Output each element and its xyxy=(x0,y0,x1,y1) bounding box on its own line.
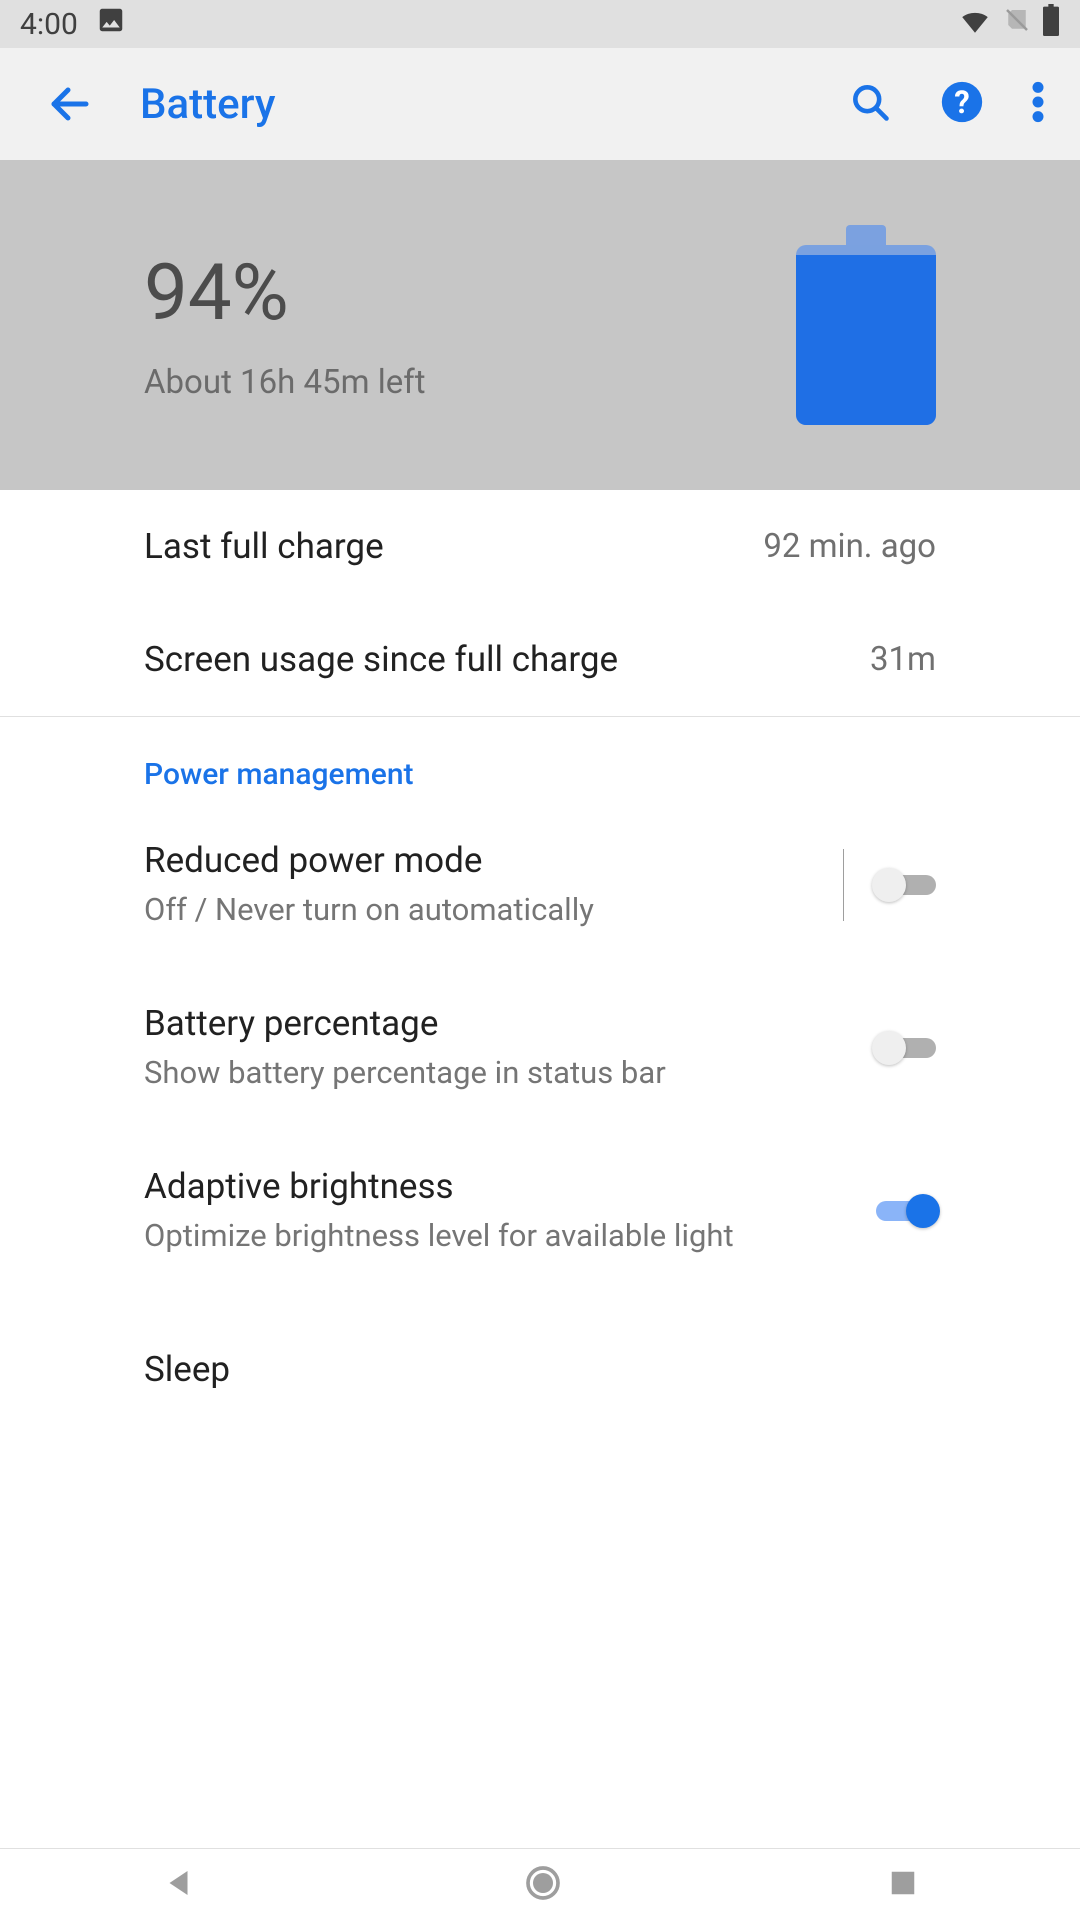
nav-recent-icon[interactable] xyxy=(888,1868,918,1902)
row-screen-usage[interactable]: Screen usage since full charge 31m xyxy=(0,603,1080,716)
status-bar: 4:00 xyxy=(0,0,1080,48)
help-icon[interactable]: ? xyxy=(940,80,984,128)
sleep-title: Sleep xyxy=(144,1349,936,1390)
system-nav-bar xyxy=(0,1848,1080,1920)
nav-back-icon[interactable] xyxy=(162,1865,198,1905)
row-battery-percentage[interactable]: Battery percentage Show battery percenta… xyxy=(0,967,1080,1130)
section-power-management: Power management xyxy=(0,717,1080,804)
page-title: Battery xyxy=(140,80,848,129)
row-sleep[interactable]: Sleep xyxy=(0,1293,1080,1401)
row-adaptive-brightness[interactable]: Adaptive brightness Optimize brightness … xyxy=(0,1130,1080,1293)
adaptive-brightness-sub: Optimize brightness level for available … xyxy=(144,1215,876,1257)
image-icon xyxy=(96,5,126,43)
back-button[interactable] xyxy=(40,74,100,134)
nav-home-icon[interactable] xyxy=(523,1863,563,1907)
svg-text:?: ? xyxy=(954,84,970,121)
battery-percentage: 94% xyxy=(144,248,426,339)
search-icon[interactable] xyxy=(848,80,892,128)
screen-usage-label: Screen usage since full charge xyxy=(144,639,846,680)
row-last-full-charge[interactable]: Last full charge 92 min. ago xyxy=(0,490,1080,603)
reduced-power-title: Reduced power mode xyxy=(144,840,827,881)
battery-percentage-toggle[interactable] xyxy=(876,1031,936,1065)
battery-percentage-sub: Show battery percentage in status bar xyxy=(144,1052,876,1094)
wifi-icon xyxy=(958,3,992,45)
reduced-power-toggle[interactable] xyxy=(876,868,936,902)
app-bar: Battery ? xyxy=(0,48,1080,160)
more-icon[interactable] xyxy=(1032,80,1044,128)
vertical-divider xyxy=(843,849,844,921)
row-reduced-power-mode[interactable]: Reduced power mode Off / Never turn on a… xyxy=(0,804,1080,967)
status-time: 4:00 xyxy=(20,7,78,42)
battery-status-icon xyxy=(1042,4,1060,44)
content-scroll[interactable]: Last full charge 92 min. ago Screen usag… xyxy=(0,490,1080,1848)
screen-usage-value: 31m xyxy=(870,640,936,679)
battery-hero[interactable]: 94% About 16h 45m left xyxy=(0,160,1080,490)
adaptive-brightness-title: Adaptive brightness xyxy=(144,1166,876,1207)
adaptive-brightness-toggle[interactable] xyxy=(876,1194,936,1228)
reduced-power-sub: Off / Never turn on automatically xyxy=(144,889,827,931)
last-full-charge-label: Last full charge xyxy=(144,526,739,567)
last-full-charge-value: 92 min. ago xyxy=(763,527,936,566)
battery-percentage-title: Battery percentage xyxy=(144,1003,876,1044)
battery-estimate: About 16h 45m left xyxy=(144,363,426,402)
battery-icon xyxy=(796,225,936,425)
no-sim-icon xyxy=(1002,5,1032,43)
